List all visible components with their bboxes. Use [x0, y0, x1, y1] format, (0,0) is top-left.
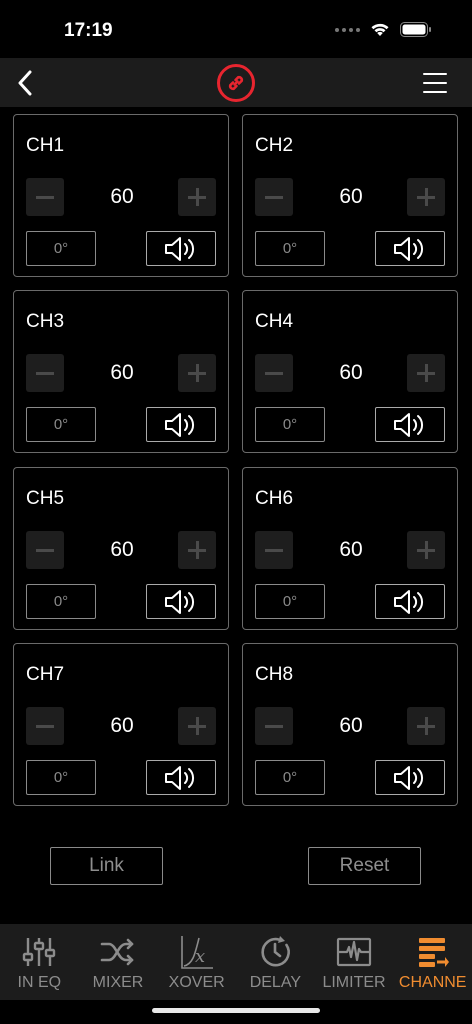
- home-indicator: [152, 1008, 320, 1013]
- phase-field[interactable]: 0°: [255, 584, 325, 619]
- mute-button[interactable]: [146, 584, 216, 619]
- phase-field[interactable]: 0°: [26, 231, 96, 266]
- channel-card: CH7 60 0°: [13, 643, 229, 806]
- link-icon: [228, 75, 244, 91]
- tab-label: LIMITER: [322, 974, 386, 991]
- channel-name: CH6: [255, 488, 294, 509]
- equalizer-sliders-icon: [23, 938, 56, 966]
- speaker-icon: [394, 236, 424, 261]
- volume-increase-button[interactable]: [407, 178, 445, 216]
- battery-icon: [400, 22, 431, 37]
- speaker-icon: [165, 589, 195, 614]
- tab-channel[interactable]: CHANNE: [393, 924, 472, 1000]
- phase-field[interactable]: 0°: [255, 407, 325, 442]
- speaker-icon: [165, 236, 195, 261]
- tab-in-eq[interactable]: IN EQ: [0, 924, 79, 1000]
- mute-button[interactable]: [146, 231, 216, 266]
- status-time: 17:19: [64, 20, 113, 41]
- phase-field[interactable]: 0°: [26, 760, 96, 795]
- volume-value: 60: [110, 714, 134, 737]
- navigation-bar: [0, 58, 472, 107]
- speaker-icon: [394, 589, 424, 614]
- volume-decrease-button[interactable]: [255, 178, 293, 216]
- channel-name: CH8: [255, 664, 294, 685]
- channel-card: CH5 60 0°: [13, 467, 229, 630]
- volume-increase-button[interactable]: [178, 707, 216, 745]
- speaker-icon: [165, 765, 195, 790]
- volume-value: 60: [339, 714, 363, 737]
- volume-increase-button[interactable]: [407, 707, 445, 745]
- cellular-signal-icon: [335, 27, 360, 32]
- volume-increase-button[interactable]: [178, 178, 216, 216]
- speaker-icon: [394, 412, 424, 437]
- status-bar: 17:19: [0, 0, 472, 58]
- svg-text:x: x: [195, 946, 205, 967]
- volume-value: 60: [110, 361, 134, 384]
- hamburger-menu-icon[interactable]: [422, 70, 448, 96]
- volume-decrease-button[interactable]: [26, 707, 64, 745]
- channel-list-icon: [418, 938, 449, 967]
- channel-name: CH7: [26, 664, 65, 685]
- volume-value: 60: [110, 185, 134, 208]
- link-channels-button[interactable]: Link: [50, 847, 163, 885]
- mute-button[interactable]: [375, 407, 445, 442]
- speaker-icon: [165, 412, 195, 437]
- clock-icon: [261, 936, 291, 967]
- channel-name: CH1: [26, 135, 65, 156]
- volume-decrease-button[interactable]: [26, 178, 64, 216]
- volume-increase-button[interactable]: [178, 354, 216, 392]
- volume-increase-button[interactable]: [178, 531, 216, 569]
- speaker-icon: [394, 765, 424, 790]
- channel-card: CH8 60 0°: [242, 643, 458, 806]
- chevron-left-icon: [18, 70, 32, 96]
- volume-increase-button[interactable]: [407, 531, 445, 569]
- volume-decrease-button[interactable]: [255, 354, 293, 392]
- volume-value: 60: [339, 538, 363, 561]
- volume-decrease-button[interactable]: [26, 531, 64, 569]
- volume-value: 60: [339, 361, 363, 384]
- tab-bar: IN EQ MIXER x XOVER DELAY LIMITER CHANNE: [0, 924, 472, 1000]
- tab-label: CHANNE: [398, 974, 467, 991]
- reset-button[interactable]: Reset: [308, 847, 421, 885]
- channel-name: CH3: [26, 311, 65, 332]
- wifi-icon: [371, 23, 389, 36]
- tab-xover[interactable]: x XOVER: [157, 924, 236, 1000]
- mute-button[interactable]: [375, 760, 445, 795]
- waveform-icon: [336, 937, 372, 967]
- channel-card: CH3 60 0°: [13, 290, 229, 453]
- channel-card: CH1 60 0°: [13, 114, 229, 277]
- volume-decrease-button[interactable]: [26, 354, 64, 392]
- tab-delay[interactable]: DELAY: [236, 924, 315, 1000]
- tab-label: IN EQ: [17, 974, 62, 991]
- volume-value: 60: [339, 185, 363, 208]
- channel-card: CH6 60 0°: [242, 467, 458, 630]
- channel-card: CH2 60 0°: [242, 114, 458, 277]
- phase-field[interactable]: 0°: [26, 584, 96, 619]
- mute-button[interactable]: [375, 231, 445, 266]
- channel-name: CH5: [26, 488, 65, 509]
- volume-decrease-button[interactable]: [255, 531, 293, 569]
- phase-field[interactable]: 0°: [255, 231, 325, 266]
- channel-name: CH4: [255, 311, 294, 332]
- crossover-curve-icon: x: [180, 936, 213, 969]
- tab-label: MIXER: [92, 974, 144, 991]
- back-button[interactable]: [8, 66, 42, 100]
- tab-limiter[interactable]: LIMITER: [315, 924, 394, 1000]
- channel-name: CH2: [255, 135, 294, 156]
- volume-decrease-button[interactable]: [255, 707, 293, 745]
- link-button[interactable]: [217, 64, 255, 102]
- tab-mixer[interactable]: MIXER: [79, 924, 158, 1000]
- tab-label: XOVER: [168, 974, 225, 991]
- mute-button[interactable]: [146, 760, 216, 795]
- status-icons: [335, 22, 432, 37]
- volume-increase-button[interactable]: [407, 354, 445, 392]
- mute-button[interactable]: [375, 584, 445, 619]
- shuffle-icon: [100, 938, 134, 966]
- mute-button[interactable]: [146, 407, 216, 442]
- tab-label: DELAY: [249, 974, 301, 991]
- volume-value: 60: [110, 538, 134, 561]
- phase-field[interactable]: 0°: [26, 407, 96, 442]
- channel-card: CH4 60 0°: [242, 290, 458, 453]
- phase-field[interactable]: 0°: [255, 760, 325, 795]
